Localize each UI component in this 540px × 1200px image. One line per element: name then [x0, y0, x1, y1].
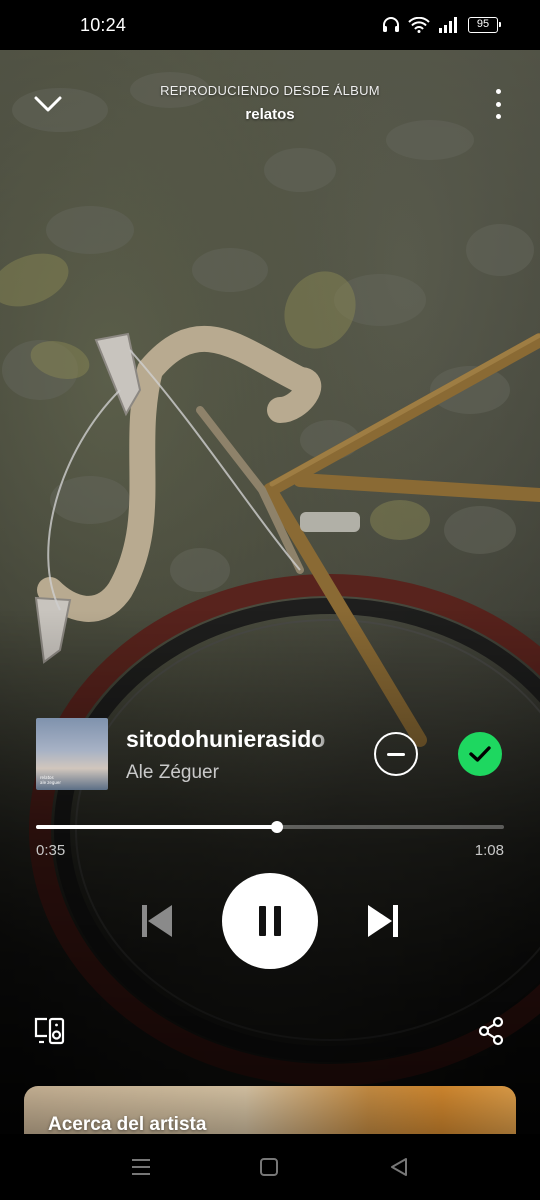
minus-circle-icon — [387, 752, 405, 756]
pause-button[interactable] — [222, 873, 318, 969]
back-icon — [391, 1158, 407, 1176]
more-options-button[interactable] — [490, 87, 506, 121]
status-time: 10:24 — [80, 14, 127, 35]
menu-icon — [132, 1159, 150, 1175]
track-artist: Ale Zéguer — [126, 762, 219, 783]
context-label: REPRODUCIENDO DESDE ÁLBUM — [160, 83, 380, 98]
total-duration: 1:08 — [474, 842, 504, 859]
nav-home-button[interactable] — [254, 1154, 284, 1180]
context-album-name: relatos — [245, 106, 295, 123]
home-icon — [260, 1158, 278, 1176]
next-track-button[interactable] — [364, 902, 402, 940]
about-artist-title: Acerca del artista — [48, 1114, 207, 1135]
system-navigation-bar — [0, 1134, 540, 1200]
share-icon — [478, 1016, 504, 1046]
status-bar: 10:24 95 — [0, 0, 540, 50]
check-circle-icon — [469, 746, 491, 762]
liked-song-button[interactable] — [458, 732, 502, 776]
cover-text: relatos ale zeguer — [40, 775, 62, 785]
nav-back-button[interactable] — [384, 1154, 414, 1180]
pause-icon — [255, 906, 285, 936]
more-vertical-icon-dot — [495, 101, 501, 107]
playback-progress-bar[interactable] — [36, 821, 504, 833]
connect-devices-button[interactable] — [32, 1014, 68, 1048]
now-playing-screen: 10:24 95 REPRODUCIENDO DESDE ÁLBUM relat… — [0, 0, 540, 1200]
signal-icon — [438, 17, 460, 33]
track-info: relatos ale zeguer sitodohunierasido Ale … — [36, 716, 504, 790]
status-icons: 95 — [382, 17, 501, 33]
skip-previous-icon — [142, 905, 172, 937]
nav-recents-button[interactable] — [126, 1154, 156, 1180]
more-vertical-icon-dot — [495, 114, 501, 119]
chevron-down-icon — [34, 96, 62, 112]
elapsed-time: 0:35 — [36, 842, 66, 859]
share-button[interactable] — [476, 1014, 506, 1048]
devices-icon — [34, 1017, 65, 1045]
battery-icon: 95 — [468, 17, 501, 33]
wifi-icon — [408, 17, 430, 33]
album-cover-thumbnail[interactable]: relatos ale zeguer — [36, 718, 108, 790]
skip-next-icon — [368, 905, 398, 937]
previous-track-button[interactable] — [138, 902, 176, 940]
playing-from-context[interactable]: REPRODUCIENDO DESDE ÁLBUM relatos — [90, 83, 450, 123]
more-vertical-icon — [495, 89, 501, 94]
player-header: REPRODUCIENDO DESDE ÁLBUM relatos — [0, 75, 540, 135]
track-text[interactable]: sitodohunierasido Ale Zéguer — [126, 726, 338, 784]
progress-fill — [36, 825, 278, 829]
collapse-player-button[interactable] — [30, 89, 66, 119]
hide-song-button[interactable] — [374, 732, 418, 776]
album-background-art — [0, 50, 540, 1135]
progress-scrubber-handle[interactable] — [271, 821, 284, 833]
track-title: sitodohunierasido — [126, 726, 326, 752]
headphones-icon — [382, 17, 400, 33]
